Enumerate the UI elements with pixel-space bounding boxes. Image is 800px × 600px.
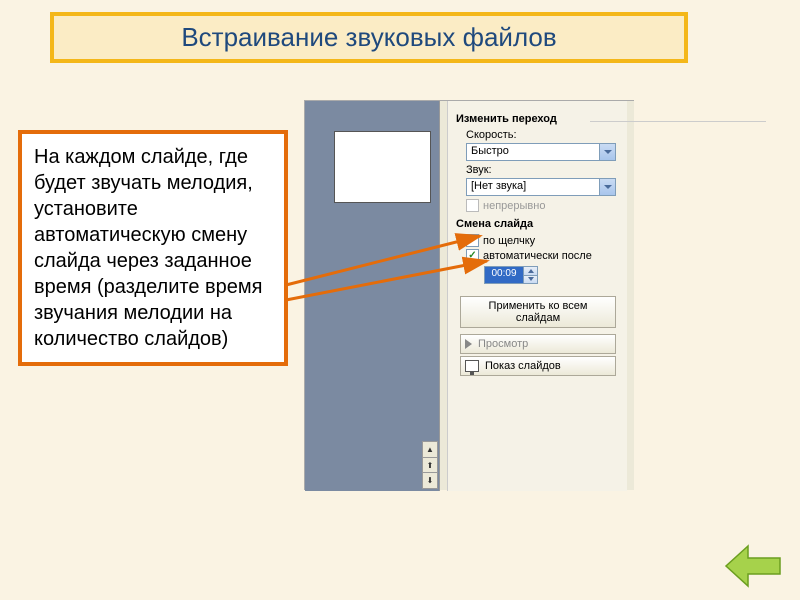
play-label: Просмотр — [478, 338, 528, 350]
monitor-icon — [465, 360, 479, 372]
spinner-up-icon[interactable] — [523, 267, 537, 276]
slide-title-text: Встраивание звуковых файлов — [181, 22, 556, 52]
speed-value: Быстро — [467, 144, 599, 160]
chevron-down-icon[interactable] — [599, 144, 615, 160]
loop-label: непрерывно — [483, 200, 545, 212]
chevron-down-icon[interactable] — [599, 179, 615, 195]
play-icon — [465, 339, 472, 349]
play-button[interactable]: Просмотр — [460, 334, 616, 354]
sound-dropdown[interactable]: [Нет звука] — [466, 178, 616, 196]
slide-scrollbar[interactable]: ▲ ⬆ ⬇ — [422, 441, 438, 489]
callout-arrow-2 — [282, 255, 512, 315]
sound-label: Звук: — [466, 164, 619, 176]
speed-dropdown[interactable]: Быстро — [466, 143, 616, 161]
instruction-callout: На каждом слайде, где будет звучать мело… — [18, 130, 288, 366]
scroll-next-icon[interactable]: ⬇ — [423, 473, 437, 488]
slide-title: Встраивание звуковых файлов — [50, 12, 688, 63]
scroll-up-icon[interactable]: ▲ — [423, 442, 437, 458]
loop-checkbox[interactable] — [466, 199, 479, 212]
scroll-prev-icon[interactable]: ⬆ — [423, 458, 437, 474]
pane-header-divider — [590, 104, 766, 122]
slideshow-label: Показ слайдов — [485, 360, 561, 372]
instruction-text: На каждом слайде, где будет звучать мело… — [34, 146, 262, 350]
sound-value: [Нет звука] — [467, 179, 599, 195]
advance-slide-heading: Смена слайда — [456, 218, 619, 230]
speed-label: Скорость: — [466, 129, 619, 141]
arrow-left-icon — [724, 544, 782, 588]
slideshow-button[interactable]: Показ слайдов — [460, 356, 616, 376]
back-button[interactable] — [724, 544, 782, 588]
spinner-down-icon[interactable] — [523, 276, 537, 284]
